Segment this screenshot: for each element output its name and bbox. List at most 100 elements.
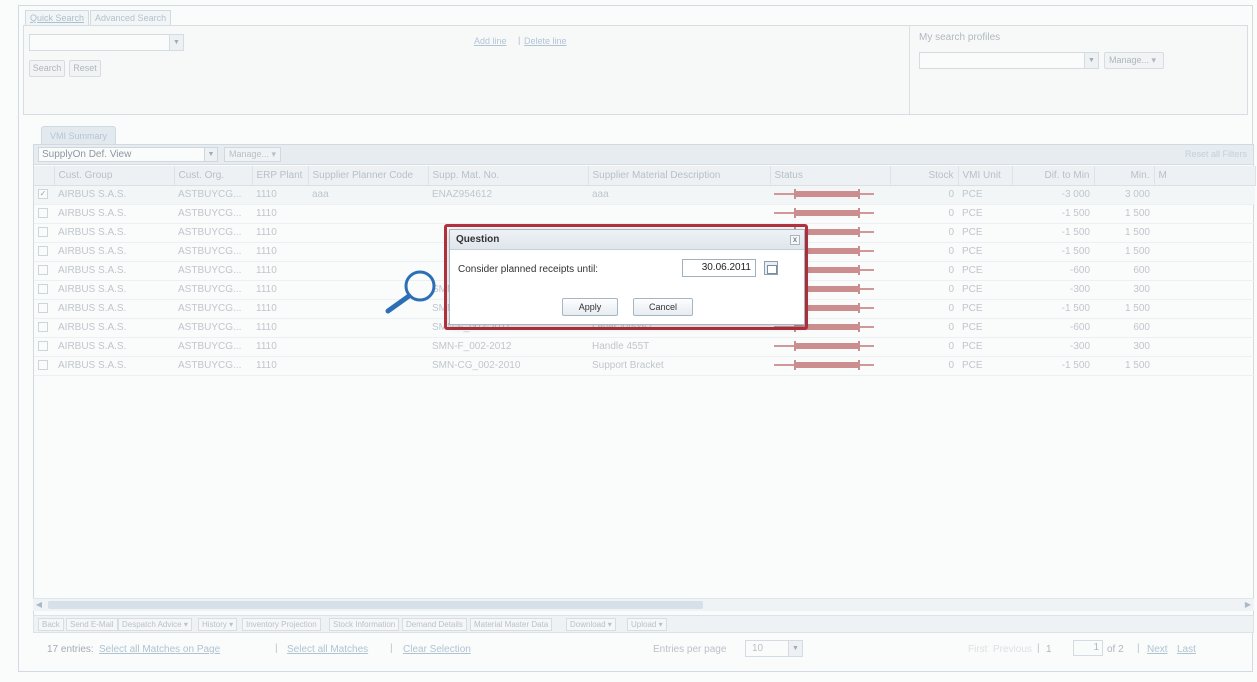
search-profile-select[interactable]: ▼ xyxy=(919,52,1099,69)
column-header[interactable]: Supplier Material Description xyxy=(588,166,771,186)
chevron-down-icon[interactable]: ▼ xyxy=(788,641,802,656)
add-line-link[interactable]: Add line xyxy=(474,36,507,46)
table-row[interactable]: AIRBUS S.A.S. ASTBUYCG... 1110 SMN-CG_002-2… xyxy=(34,356,1255,376)
table-cell: 0 xyxy=(890,242,958,262)
search-field-select[interactable]: ▼ xyxy=(29,34,184,51)
search-panel: ▼ Search Reset Add line | Delete line My… xyxy=(23,25,1248,115)
row-select-cell xyxy=(34,261,54,281)
scrollbar-thumb[interactable] xyxy=(48,601,703,609)
scroll-right-icon[interactable]: ▶ xyxy=(1242,599,1254,611)
manage-views-button[interactable]: Manage... ▾ xyxy=(224,147,282,162)
row-checkbox[interactable] xyxy=(38,265,48,276)
table-cell xyxy=(428,204,588,224)
planned-receipts-date-input[interactable]: 30.06.2011 xyxy=(682,259,756,277)
chevron-down-icon[interactable]: ▼ xyxy=(1084,53,1098,68)
send-email-button[interactable]: Send E-Mail xyxy=(66,618,118,631)
table-row[interactable]: ✓ AIRBUS S.A.S. ASTBUYCG... 1110 aaa ENAZ9546… xyxy=(34,185,1255,205)
tab-vmi-summary[interactable]: VMI Summary xyxy=(41,126,117,145)
column-header[interactable]: Dif. to Min xyxy=(1012,166,1095,186)
reset-button[interactable]: Reset xyxy=(69,60,101,77)
last-page-link[interactable]: Last xyxy=(1177,644,1196,655)
cancel-button[interactable]: Cancel xyxy=(633,298,693,316)
clear-selection-link[interactable]: Clear Selection xyxy=(403,644,471,655)
column-header[interactable]: VMI Unit xyxy=(958,166,1013,186)
demand-details-button[interactable]: Demand Details xyxy=(402,618,467,631)
history-button[interactable]: History ▾ xyxy=(198,618,238,631)
tab-advanced-search[interactable]: Advanced Search xyxy=(90,10,172,25)
column-header[interactable]: ERP Plant xyxy=(252,166,309,186)
despatch-advice-button[interactable]: Despatch Advice ▾ xyxy=(118,618,192,631)
row-checkbox[interactable]: ✓ xyxy=(38,189,48,200)
row-checkbox[interactable] xyxy=(38,360,48,371)
table-cell xyxy=(1154,299,1255,319)
previous-page-link[interactable]: Previous xyxy=(993,644,1032,655)
page-count: of 2 xyxy=(1107,644,1124,655)
first-page-link[interactable]: First xyxy=(968,644,987,655)
select-all-on-page-link[interactable]: Select all Matches on Page xyxy=(99,644,220,655)
row-checkbox[interactable] xyxy=(38,341,48,352)
entries-count: 17 entries: xyxy=(47,644,94,655)
chevron-down-icon[interactable]: ▼ xyxy=(169,35,183,50)
inventory-projection-button[interactable]: Inventory Projection xyxy=(242,618,321,631)
apply-button[interactable]: Apply xyxy=(562,298,618,316)
table-cell: 1110 xyxy=(252,299,308,319)
horizontal-scrollbar[interactable]: ◀ ▶ xyxy=(33,598,1254,611)
table-cell: ASTBUYCG... xyxy=(174,261,252,281)
back-button[interactable]: Back xyxy=(38,618,64,631)
table-cell: AIRBUS S.A.S. xyxy=(54,242,174,262)
view-select-value: SupplyOn Def. View xyxy=(42,149,132,160)
row-checkbox[interactable] xyxy=(38,284,48,295)
calendar-icon[interactable] xyxy=(764,261,778,275)
table-row[interactable]: AIRBUS S.A.S. ASTBUYCG... 1110 0 PCE -1 500 1 … xyxy=(34,204,1255,224)
row-checkbox[interactable] xyxy=(38,246,48,257)
table-cell: AIRBUS S.A.S. xyxy=(54,261,174,281)
next-page-link[interactable]: Next xyxy=(1147,644,1168,655)
stock-information-button[interactable]: Stock Information xyxy=(329,618,400,631)
row-select-cell xyxy=(34,242,54,262)
magnifier-icon xyxy=(385,270,436,314)
search-button[interactable]: Search xyxy=(29,60,65,77)
row-checkbox[interactable] xyxy=(38,208,48,219)
column-header[interactable]: Supp. Mat. No. xyxy=(428,166,589,186)
column-header[interactable]: Stock xyxy=(890,166,959,186)
column-header[interactable]: Cust. Group xyxy=(54,166,175,186)
table-cell xyxy=(1154,185,1255,205)
download-button[interactable]: Download ▾ xyxy=(566,618,616,631)
upload-button[interactable]: Upload ▾ xyxy=(627,618,667,631)
manage-profiles-button[interactable]: Manage... ▾ xyxy=(1104,52,1164,69)
row-checkbox[interactable] xyxy=(38,227,48,238)
table-cell: -1 500 xyxy=(1012,242,1094,262)
close-icon[interactable]: x xyxy=(790,235,800,245)
table-cell: AIRBUS S.A.S. xyxy=(54,299,174,319)
table-cell xyxy=(770,204,890,224)
table-cell: 0 xyxy=(890,261,958,281)
page-number-input[interactable]: 1 xyxy=(1073,640,1103,656)
column-header[interactable]: Min. xyxy=(1094,166,1155,186)
reset-filters-link[interactable]: Reset all Filters xyxy=(1185,149,1247,159)
column-header[interactable]: M xyxy=(1154,166,1256,186)
download-label: Download xyxy=(570,620,606,629)
column-header[interactable]: Supplier Planner Code xyxy=(308,166,429,186)
scroll-left-icon[interactable]: ◀ xyxy=(33,599,45,611)
row-checkbox[interactable] xyxy=(38,303,48,314)
column-header[interactable]: Status xyxy=(770,166,891,186)
table-cell: AIRBUS S.A.S. xyxy=(54,356,174,376)
search-tabs: Quick Search Advanced Search xyxy=(25,10,172,25)
column-header[interactable]: Cust. Org. xyxy=(174,166,253,186)
table-cell: 1110 xyxy=(252,204,308,224)
status-indicator xyxy=(774,208,874,219)
table-cell xyxy=(308,318,428,338)
table-cell: 1 500 xyxy=(1094,299,1154,319)
delete-line-link[interactable]: Delete line xyxy=(524,36,567,46)
select-all-matches-link[interactable]: Select all Matches xyxy=(287,644,368,655)
material-master-data-button[interactable]: Material Master Data xyxy=(470,618,553,631)
table-cell: 1 500 xyxy=(1094,356,1154,376)
chevron-down-icon[interactable]: ▼ xyxy=(204,148,217,161)
tab-quick-search[interactable]: Quick Search xyxy=(25,10,90,25)
table-cell: PCE xyxy=(958,356,1012,376)
table-cell: 1110 xyxy=(252,280,308,300)
table-row[interactable]: AIRBUS S.A.S.ASTBUYCG...1110 SMN-F_002-20… xyxy=(34,337,1255,357)
view-select[interactable]: SupplyOn Def. View ▼ xyxy=(38,147,218,162)
entries-per-page-select[interactable]: 10 ▼ xyxy=(745,640,803,657)
row-checkbox[interactable] xyxy=(38,322,48,333)
